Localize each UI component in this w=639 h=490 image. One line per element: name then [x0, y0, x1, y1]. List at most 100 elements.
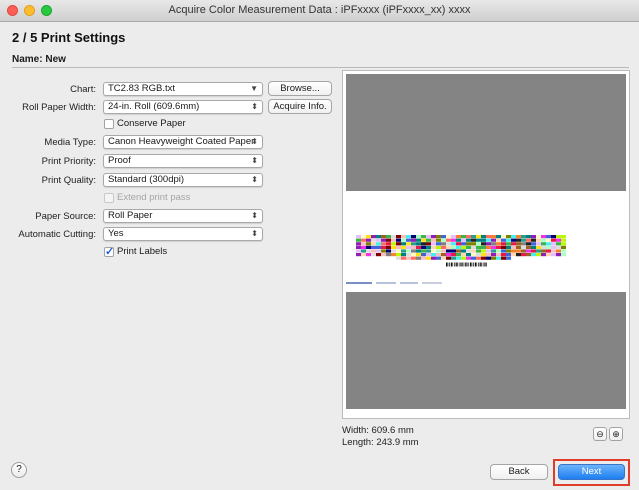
color-patch — [356, 235, 361, 239]
color-patch — [496, 242, 501, 246]
color-patch — [446, 238, 451, 242]
color-patch — [561, 238, 566, 242]
color-patch — [561, 253, 566, 257]
color-patch — [531, 235, 536, 239]
color-patch — [381, 249, 386, 253]
automatic-cutting-select[interactable]: Yes ⬍ — [103, 227, 263, 241]
help-button[interactable]: ? — [11, 462, 27, 478]
color-patch — [386, 245, 391, 249]
stepper-arrows-icon: ⬍ — [251, 102, 258, 111]
color-patch — [486, 238, 491, 242]
color-patch — [501, 249, 506, 253]
color-patch — [416, 242, 421, 246]
media-type-value: Canon Heavyweight Coated Paper — [108, 136, 255, 147]
color-patch — [481, 256, 486, 260]
color-patch — [376, 253, 381, 257]
back-button[interactable]: Back — [490, 464, 548, 480]
color-patch — [506, 249, 511, 253]
stepper-arrows-icon: ⬍ — [251, 137, 258, 146]
color-patch — [401, 256, 406, 260]
color-patch — [366, 249, 371, 253]
color-patch — [396, 256, 401, 260]
barcode-bar — [481, 262, 482, 267]
color-patch — [531, 242, 536, 246]
color-patch — [411, 242, 416, 246]
color-patch — [516, 238, 521, 242]
color-patch — [556, 235, 561, 239]
print-labels-checkbox[interactable] — [104, 245, 114, 258]
next-button[interactable]: Next — [558, 464, 625, 480]
print-labels-label: Print Labels — [117, 246, 168, 257]
preview-margin-bottom — [346, 292, 626, 409]
chart-select[interactable]: TC2.83 RGB.txt ▼ — [103, 82, 263, 96]
color-patch — [406, 245, 411, 249]
color-patch — [411, 249, 416, 253]
color-patch — [411, 256, 416, 260]
barcode-bar — [465, 262, 467, 267]
color-patch — [426, 245, 431, 249]
color-patch — [511, 245, 516, 249]
print-priority-select[interactable]: Proof ⬍ — [103, 154, 263, 168]
color-patch — [431, 238, 436, 242]
acquire-info-button[interactable]: Acquire Info. — [268, 99, 332, 114]
barcode-bar — [476, 262, 478, 267]
color-patch — [491, 256, 496, 260]
color-patch — [561, 245, 566, 249]
color-patch — [436, 245, 441, 249]
color-patch — [476, 238, 481, 242]
conserve-paper-checkbox[interactable] — [104, 119, 114, 129]
color-patch — [356, 238, 361, 242]
color-patch — [426, 238, 431, 242]
color-patch — [521, 253, 526, 257]
color-patch — [376, 235, 381, 239]
color-patch — [361, 238, 366, 242]
zoom-in-icon[interactable]: ⊕ — [609, 427, 623, 441]
media-type-select[interactable]: Canon Heavyweight Coated Paper ⬍ — [103, 135, 263, 149]
divider — [12, 67, 629, 68]
barcode-bar — [470, 262, 472, 267]
color-patch — [486, 253, 491, 257]
paper-source-select[interactable]: Roll Paper ⬍ — [103, 209, 263, 223]
color-patch — [501, 235, 506, 239]
color-patch — [496, 235, 501, 239]
barcode-bar — [463, 262, 465, 267]
color-patch — [401, 245, 406, 249]
color-patch — [546, 235, 551, 239]
color-patch — [471, 256, 476, 260]
color-patch — [466, 256, 471, 260]
browse-button[interactable]: Browse... — [268, 81, 332, 96]
color-patch — [396, 245, 401, 249]
color-patch — [441, 256, 446, 260]
color-patch — [546, 245, 551, 249]
color-patch — [456, 256, 461, 260]
roll-paper-width-select[interactable]: 24-in. Roll (609.6mm) ⬍ — [103, 100, 263, 114]
color-patch — [541, 242, 546, 246]
color-patch — [461, 238, 466, 242]
color-patch — [476, 253, 481, 257]
color-patch — [371, 249, 376, 253]
paper-source-label: Paper Source: — [35, 211, 96, 222]
color-patch — [371, 242, 376, 246]
color-patch — [556, 242, 561, 246]
color-patch — [481, 249, 486, 253]
color-patch — [551, 249, 556, 253]
color-patch — [516, 242, 521, 246]
color-patch — [476, 249, 481, 253]
color-patch — [451, 235, 456, 239]
color-patch — [561, 242, 566, 246]
color-patch — [431, 242, 436, 246]
color-patch — [396, 238, 401, 242]
color-patch — [471, 238, 476, 242]
color-patch — [361, 235, 366, 239]
color-patch — [456, 235, 461, 239]
color-patch — [436, 238, 441, 242]
color-patch — [471, 245, 476, 249]
zoom-out-icon[interactable]: ⊖ — [593, 427, 607, 441]
color-patch — [556, 245, 561, 249]
print-quality-select[interactable]: Standard (300dpi) ⬍ — [103, 173, 263, 187]
color-patch — [501, 256, 506, 260]
color-patch — [546, 242, 551, 246]
color-patch — [381, 245, 386, 249]
color-patch — [486, 245, 491, 249]
barcode-bar — [458, 262, 460, 267]
